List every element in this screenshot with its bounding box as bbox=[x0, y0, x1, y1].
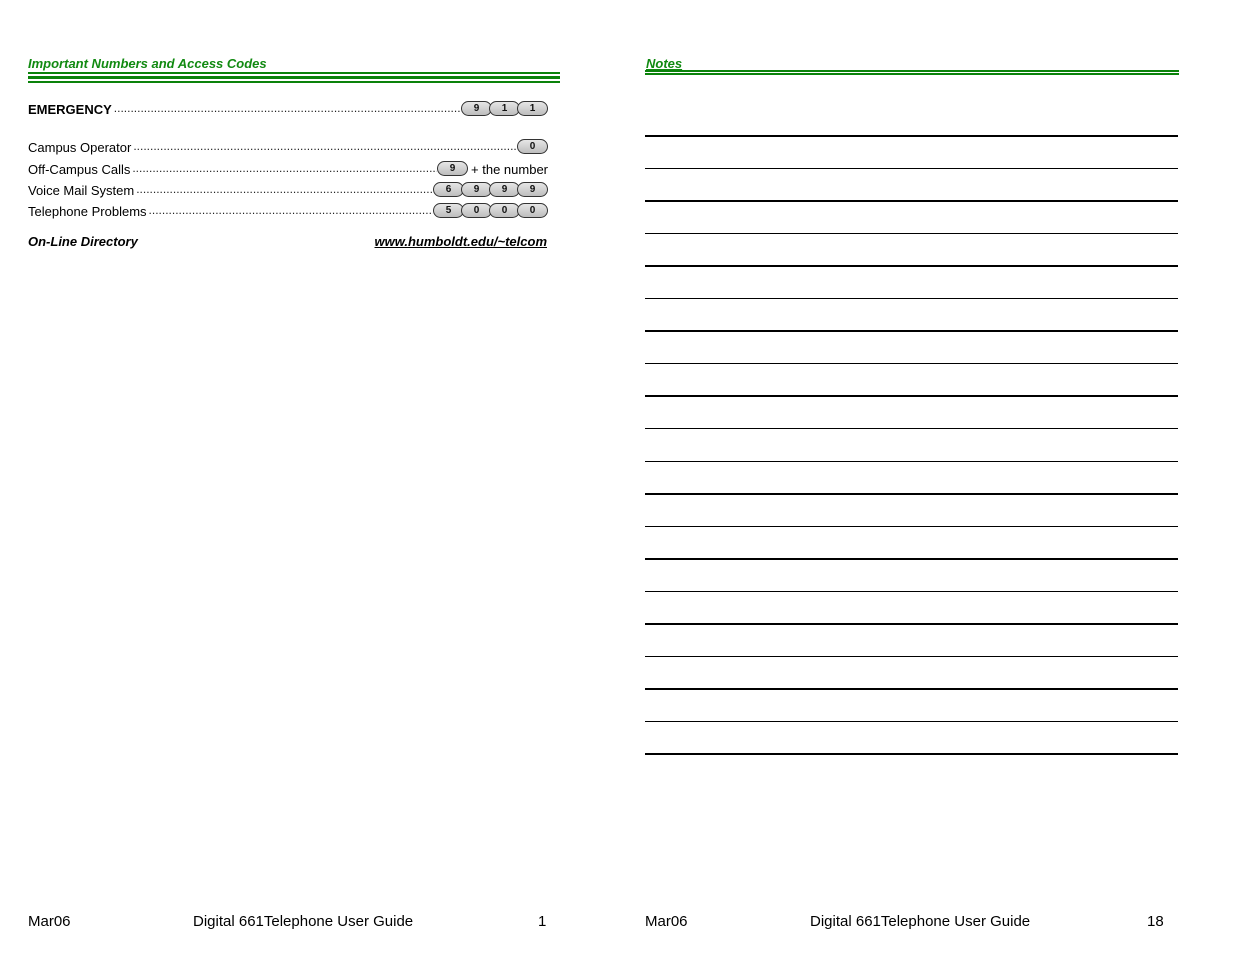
note-line bbox=[645, 200, 1178, 202]
header-rule-top bbox=[645, 70, 1179, 72]
phone-key-icon: 9 bbox=[437, 161, 469, 176]
phone-key-icon: 5 bbox=[433, 203, 464, 218]
header-rule-thin bbox=[28, 72, 560, 74]
online-directory-link[interactable]: www.humboldt.edu/~telcom bbox=[375, 234, 548, 249]
note-line bbox=[645, 623, 1178, 625]
leader-dots: ........................................… bbox=[136, 182, 433, 196]
note-line bbox=[645, 362, 1178, 365]
phone-key-icon: 1 bbox=[489, 101, 520, 116]
phone-key-icon: 1 bbox=[517, 101, 548, 116]
header-rule-thick bbox=[28, 76, 560, 79]
header-rule-bottom bbox=[645, 73, 1179, 75]
left-page: Important Numbers and Access Codes EMERG… bbox=[0, 0, 617, 954]
phone-key-icon: 0 bbox=[489, 203, 520, 218]
footer-page-number: 1 bbox=[538, 913, 547, 930]
leader-dots: ........................................… bbox=[133, 139, 517, 153]
note-line bbox=[645, 655, 1178, 658]
note-line bbox=[645, 167, 1178, 170]
entry-label: Voice Mail System bbox=[28, 183, 135, 198]
note-line bbox=[645, 558, 1178, 560]
key-sequence: 6 9 9 9 bbox=[433, 182, 548, 197]
section-title: Notes bbox=[646, 56, 683, 71]
entry-off-campus-calls: Off-Campus Calls .......................… bbox=[28, 157, 548, 177]
phone-key-icon: 0 bbox=[461, 203, 492, 218]
footer-page-number: 18 bbox=[1147, 913, 1164, 930]
leader-dots: ........................................… bbox=[132, 161, 437, 175]
phone-key-icon: 9 bbox=[461, 101, 492, 116]
leader-dots: ........................................… bbox=[148, 203, 433, 217]
key-sequence: 0 bbox=[517, 139, 548, 154]
leader-dots: ........................................… bbox=[113, 101, 461, 115]
note-line bbox=[645, 460, 1178, 462]
note-line bbox=[645, 297, 1178, 300]
footer-date: Mar06 bbox=[645, 913, 688, 930]
entry-telephone-problems: Telephone Problems .....................… bbox=[28, 199, 548, 219]
note-line bbox=[645, 753, 1178, 755]
note-line bbox=[645, 493, 1178, 495]
entry-label: Telephone Problems bbox=[28, 204, 147, 219]
footer-guide-title: Digital 661Telephone User Guide bbox=[193, 913, 414, 930]
header-rule-medium bbox=[28, 81, 560, 83]
entry-campus-operator: Campus Operator ........................… bbox=[28, 135, 548, 155]
entry-label: EMERGENCY bbox=[28, 102, 112, 117]
note-line bbox=[645, 135, 1178, 137]
phone-key-icon: 9 bbox=[489, 182, 520, 197]
note-line bbox=[645, 232, 1178, 235]
footer-date: Mar06 bbox=[28, 913, 71, 930]
note-line bbox=[645, 590, 1178, 593]
phone-key-icon: 9 bbox=[461, 182, 492, 197]
note-line bbox=[645, 395, 1178, 397]
phone-key-icon: 0 bbox=[517, 139, 548, 154]
section-title: Important Numbers and Access Codes bbox=[28, 56, 267, 71]
footer-guide-title: Digital 661Telephone User Guide bbox=[810, 913, 1031, 930]
key-sequence: 5 0 0 0 bbox=[433, 203, 548, 218]
note-line bbox=[645, 330, 1178, 332]
note-line bbox=[645, 688, 1178, 690]
entry-voice-mail: Voice Mail System ......................… bbox=[28, 178, 548, 198]
right-page: Notes Mar06 Digital 661Telephone User Gu… bbox=[617, 0, 1235, 954]
entry-emergency: EMERGENCY ..............................… bbox=[28, 97, 548, 117]
entry-label: Campus Operator bbox=[28, 140, 132, 155]
entry-label: Off-Campus Calls bbox=[28, 162, 131, 177]
online-directory-label: On-Line Directory bbox=[28, 234, 138, 249]
note-line bbox=[645, 720, 1178, 723]
entry-suffix: + the number bbox=[471, 162, 548, 177]
note-line bbox=[645, 525, 1178, 528]
phone-key-icon: 6 bbox=[433, 182, 464, 197]
key-sequence: 9 bbox=[437, 161, 469, 176]
key-sequence: 9 1 1 bbox=[461, 101, 548, 116]
phone-key-icon: 0 bbox=[517, 203, 548, 218]
note-line bbox=[645, 265, 1178, 267]
note-line bbox=[645, 427, 1178, 430]
phone-key-icon: 9 bbox=[517, 182, 548, 197]
